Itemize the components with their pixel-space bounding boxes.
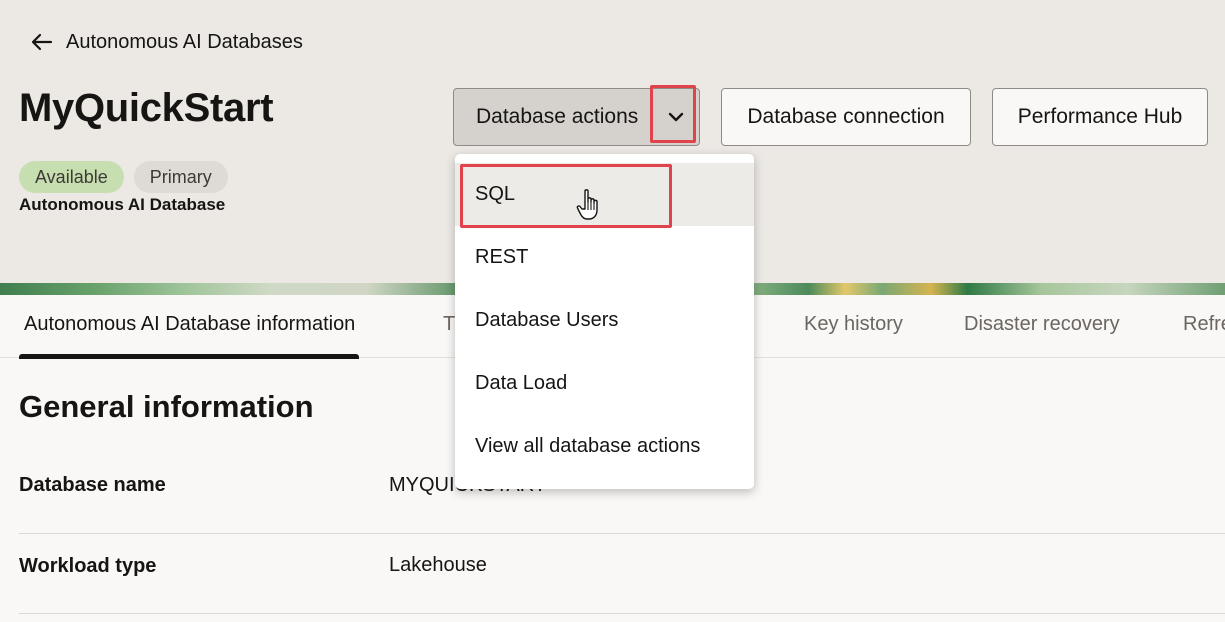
- database-type-label: Autonomous AI Database: [19, 195, 226, 214]
- workload-type-label: Workload type: [19, 555, 157, 577]
- status-badges: Available Primary: [19, 161, 228, 193]
- page-title: MyQuickStart: [19, 86, 274, 130]
- tab-partial[interactable]: T: [443, 295, 455, 358]
- tab-key-history[interactable]: Key history: [804, 295, 903, 358]
- row-divider: [19, 613, 1225, 614]
- tab-database-information[interactable]: Autonomous AI Database information: [18, 295, 360, 359]
- menu-item-view-all[interactable]: View all database actions: [455, 415, 754, 478]
- database-name-label: Database name: [19, 474, 166, 496]
- database-actions-split-button: Database actions: [453, 88, 700, 146]
- workload-type-value: Lakehouse: [389, 554, 487, 576]
- hand-pointer-icon: [576, 189, 598, 220]
- back-link-label: Autonomous AI Databases: [66, 30, 303, 53]
- role-badge: Primary: [133, 161, 228, 193]
- menu-item-rest[interactable]: REST: [455, 226, 754, 289]
- database-actions-button[interactable]: Database actions: [454, 105, 652, 129]
- tab-disaster-recovery[interactable]: Disaster recovery: [964, 295, 1120, 358]
- menu-item-data-load[interactable]: Data Load: [455, 352, 754, 415]
- chevron-down-icon: [668, 112, 684, 122]
- section-title: General information: [19, 389, 314, 424]
- back-link[interactable]: Autonomous AI Databases: [30, 30, 303, 54]
- row-divider: [19, 533, 1225, 534]
- menu-item-database-users[interactable]: Database Users: [455, 289, 754, 352]
- tab-refreshable-clones[interactable]: Refre: [1183, 295, 1225, 358]
- database-actions-dropdown-toggle[interactable]: [652, 89, 700, 145]
- arrow-left-icon: [31, 33, 53, 51]
- status-badge: Available: [19, 161, 124, 193]
- database-connection-button[interactable]: Database connection: [721, 88, 971, 146]
- performance-hub-button[interactable]: Performance Hub: [992, 88, 1208, 146]
